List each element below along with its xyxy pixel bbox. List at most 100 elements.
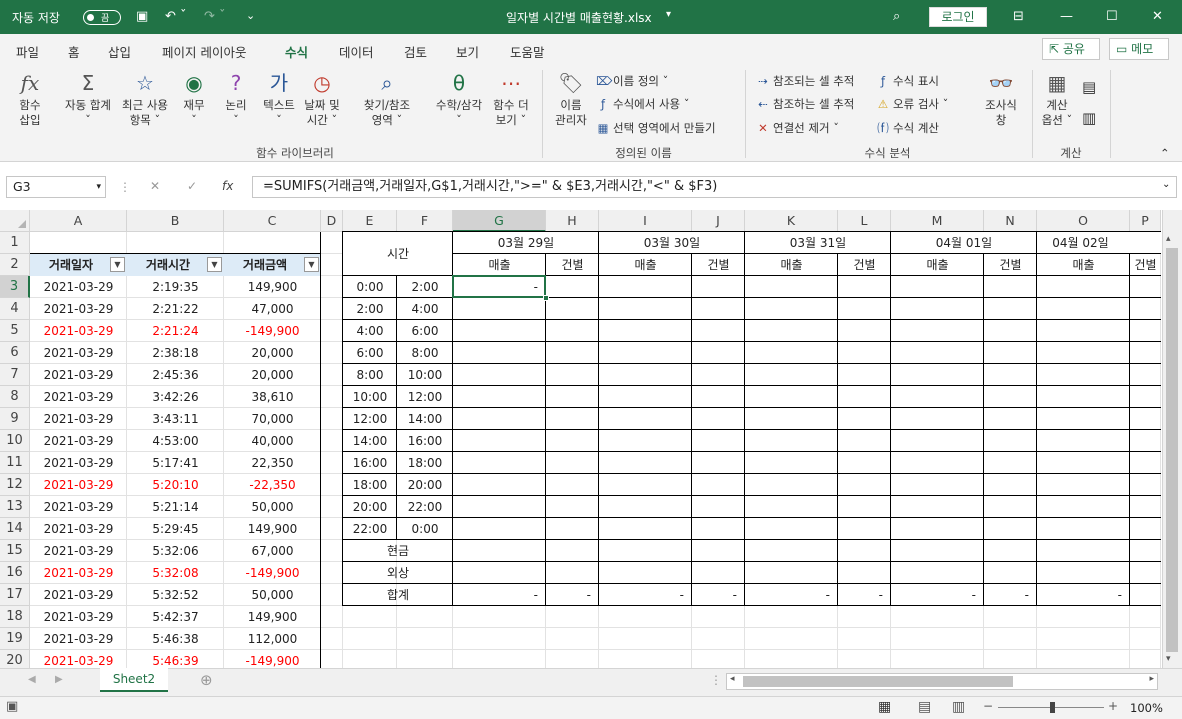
column-header-I[interactable]: I [599, 210, 692, 232]
tab-home[interactable]: 홈 [68, 42, 80, 61]
column-header-P[interactable]: P [1130, 210, 1161, 232]
row-header-2[interactable]: 2 [0, 254, 30, 276]
name-box-dropdown-icon[interactable]: ▾ [96, 177, 101, 197]
math-trig-button[interactable]: θ 수학/삼각 ˇ [430, 70, 488, 128]
row-header-16[interactable]: 16 [0, 562, 30, 584]
tabs-splitter-icon[interactable]: ⋮ [710, 673, 722, 687]
column-header-C[interactable]: C [224, 210, 321, 232]
formula-input[interactable]: =SUMIFS(거래금액,거래일자,G$1,거래시간,">=" & $E3,거래… [252, 176, 1177, 198]
autosum-button[interactable]: Σ 자동 합계 ˇ [60, 70, 116, 128]
column-header-D[interactable]: D [321, 210, 343, 232]
tab-file[interactable]: 파일 [16, 42, 39, 61]
row-header-15[interactable]: 15 [0, 540, 30, 562]
confirm-entry-icon[interactable]: ✓ [187, 179, 197, 193]
tab-review[interactable]: 검토 [404, 42, 427, 61]
next-sheet-icon[interactable]: ▶ [55, 674, 63, 685]
tab-insert[interactable]: 삽입 [108, 42, 131, 61]
vertical-scroll-thumb[interactable] [1166, 248, 1178, 652]
spreadsheet-grid[interactable]: A B C D E F G H I J K L M N O P 1 2 3 4 5 6 7 8 9 10 11 12 13 14 15 16 1… [0, 210, 1182, 668]
row-header-20[interactable]: 20 [0, 650, 30, 668]
column-header-K[interactable]: K [745, 210, 838, 232]
evaluate-formula-button[interactable]: ⒡ 수식 계산 [876, 120, 939, 136]
tab-data[interactable]: 데이터 [339, 42, 374, 61]
row-header-13[interactable]: 13 [0, 496, 30, 518]
name-box[interactable]: G3 ▾ [6, 176, 106, 198]
autosave-toggle[interactable]: 끔 [83, 10, 121, 25]
zoom-level[interactable]: 100% [1130, 701, 1163, 715]
calculate-now-icon[interactable]: ▤ [1082, 78, 1096, 96]
ribbon-display-icon[interactable]: ⊟ [1013, 9, 1024, 24]
row-header-6[interactable]: 6 [0, 342, 30, 364]
row-header-12[interactable]: 12 [0, 474, 30, 496]
redo-icon[interactable]: ↷ ˇ [204, 9, 226, 24]
scroll-up-icon[interactable]: ▴ [1166, 234, 1171, 244]
macro-record-icon[interactable]: ▣ [6, 699, 18, 714]
tab-help[interactable]: 도움말 [510, 42, 545, 61]
logical-button[interactable]: ? 논리 ˇ [218, 70, 254, 128]
define-name-button[interactable]: ⌦이름 정의 ˇ [596, 73, 668, 89]
scroll-right-icon[interactable]: ▸ [1149, 674, 1154, 684]
filter-dropdown-icon[interactable]: ▼ [110, 257, 125, 272]
row-header-11[interactable]: 11 [0, 452, 30, 474]
watch-window-button[interactable]: 👓 조사식 창 [978, 70, 1024, 128]
save-icon[interactable]: ▣ [136, 9, 148, 24]
date-time-button[interactable]: ◷ 날짜 및 시간 ˇ [302, 70, 342, 128]
horizontal-scrollbar[interactable]: ◂ ▸ [726, 673, 1158, 690]
trace-precedents-button[interactable]: ⇢ 참조되는 셀 추적 [756, 73, 854, 89]
insert-function-icon[interactable]: fx [222, 179, 233, 193]
close-icon[interactable]: ✕ [1152, 9, 1163, 24]
use-in-formula-button[interactable]: ƒ 수식에서 사용 ˇ [596, 96, 690, 112]
login-button[interactable]: 로그인 [929, 7, 987, 27]
horizontal-scroll-thumb[interactable] [743, 676, 1013, 687]
prev-sheet-icon[interactable]: ◀ [28, 674, 36, 685]
text-button[interactable]: 가 텍스트 ˇ [258, 70, 300, 128]
trace-dependents-button[interactable]: ⇠ 참조하는 셀 추적 [756, 96, 854, 112]
normal-view-icon[interactable]: ▦ [878, 699, 891, 715]
row-header-7[interactable]: 7 [0, 364, 30, 386]
scroll-left-icon[interactable]: ◂ [730, 674, 735, 684]
zoom-in-icon[interactable]: + [1108, 699, 1118, 713]
column-header-J[interactable]: J [692, 210, 745, 232]
more-functions-button[interactable]: ⋯ 함수 더 보기 ˇ [490, 70, 532, 128]
filter-dropdown-icon[interactable]: ▼ [304, 257, 319, 272]
column-header-G[interactable]: G [453, 210, 546, 232]
remove-arrows-button[interactable]: ✕ 연결선 제거 ˇ [756, 120, 839, 136]
zoom-out-icon[interactable]: − [983, 699, 993, 713]
expand-formula-icon[interactable]: ⌄ [1162, 179, 1170, 190]
row-header-5[interactable]: 5 [0, 320, 30, 342]
column-header-F[interactable]: F [397, 210, 453, 232]
recently-used-button[interactable]: ☆ 최근 사용 항목 ˇ [118, 70, 172, 128]
collapse-ribbon-icon[interactable]: ⌃ [1160, 146, 1170, 160]
cancel-entry-icon[interactable]: ✕ [150, 179, 160, 193]
error-checking-button[interactable]: ⚠ 오류 검사 ˇ [876, 96, 949, 112]
add-sheet-icon[interactable]: ⊕ [200, 671, 213, 689]
row-header-3[interactable]: 3 [0, 276, 30, 298]
row-header-1[interactable]: 1 [0, 232, 30, 254]
row-header-10[interactable]: 10 [0, 430, 30, 452]
column-header-A[interactable]: A [30, 210, 127, 232]
column-header-H[interactable]: H [546, 210, 599, 232]
name-manager-button[interactable]: 🏷 이름 관리자 [550, 70, 592, 128]
comments-button[interactable]: ▭ 메모 [1109, 38, 1169, 60]
calculate-sheet-icon[interactable]: ▥ [1082, 109, 1096, 127]
financial-button[interactable]: ◉ 재무 ˇ [176, 70, 212, 128]
row-header-9[interactable]: 9 [0, 408, 30, 430]
scroll-down-icon[interactable]: ▾ [1166, 654, 1171, 664]
tab-view[interactable]: 보기 [456, 42, 479, 61]
row-header-4[interactable]: 4 [0, 298, 30, 320]
title-chevron-icon[interactable]: ▾ [666, 9, 671, 20]
tab-page-layout[interactable]: 페이지 레이아웃 [162, 42, 246, 61]
share-button[interactable]: ⇱ 공유 [1042, 38, 1100, 60]
column-header-B[interactable]: B [127, 210, 224, 232]
fill-handle[interactable] [543, 295, 549, 301]
page-break-view-icon[interactable]: ▥ [952, 699, 965, 715]
lookup-reference-button[interactable]: ⌕ 찾기/참조 영역 ˇ [346, 70, 428, 128]
calculation-options-button[interactable]: ▦ 계산 옵션 ˇ [1036, 70, 1078, 128]
sheet-tab[interactable]: Sheet2 [100, 668, 168, 692]
customize-toolbar-icon[interactable]: ⌄ [246, 9, 255, 22]
insert-function-button[interactable]: fx 함수 삽입 [10, 70, 50, 128]
column-header-O[interactable]: O [1037, 210, 1130, 232]
create-from-selection-button[interactable]: ▦ 선택 영역에서 만들기 [596, 120, 716, 136]
search-icon[interactable]: ⌕ [893, 9, 900, 24]
filter-dropdown-icon[interactable]: ▼ [207, 257, 222, 272]
